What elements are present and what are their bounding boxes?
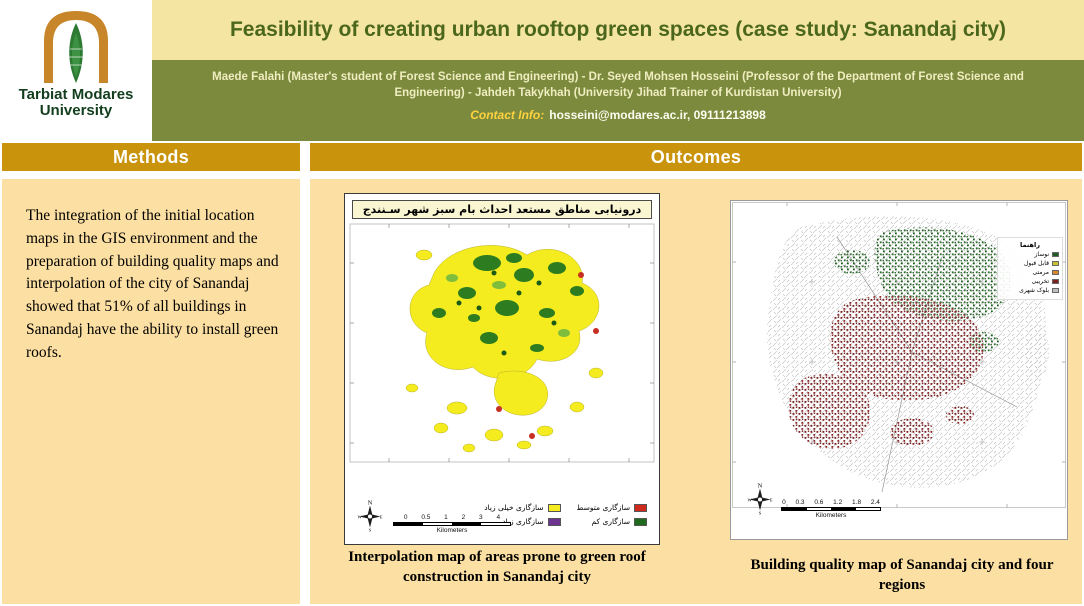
university-logo: Tarbiat Modares University (0, 0, 152, 141)
svg-text:W: W (358, 515, 363, 520)
legend-label: مرمتی (1032, 269, 1049, 276)
legend-swatch (1052, 288, 1059, 293)
legend-label: تخریبی (1032, 278, 1049, 285)
methods-header-label: Methods (113, 147, 189, 168)
contact-line: Contact Info: hosseini@modares.ac.ir, 091… (198, 108, 1038, 122)
title-band: Feasibility of creating urban rooftop gr… (152, 0, 1084, 60)
outcomes-panel: درونیابی مناطق مستعد احداث بام سبز شهر س… (310, 179, 1082, 604)
svg-text:S: S (369, 528, 372, 533)
legend-item: سازگاری متوسط (577, 503, 647, 512)
legend-title: راهنما (1001, 241, 1059, 249)
svg-text:S: S (759, 511, 762, 516)
legend-item: بلوک شهری (1001, 287, 1059, 294)
outcomes-header-label: Outcomes (651, 147, 741, 168)
methods-header-bar: Methods (2, 143, 300, 171)
university-name: Tarbiat Modares University (19, 87, 134, 119)
svg-text:N: N (368, 500, 373, 507)
legend-swatch (548, 518, 561, 526)
legend-item: سازگاری خیلی زیاد (484, 503, 560, 512)
legend-swatch (548, 504, 561, 512)
scale-bar-numbers: 0 0.3 0.6 1.2 1.8 2.4 (782, 499, 880, 506)
poster-root: Tarbiat Modares University Feasibility o… (0, 0, 1084, 606)
scale-bar-unit: Kilometers (437, 527, 468, 534)
legend-swatch (634, 518, 647, 526)
methods-panel: The integration of the initial location … (2, 179, 300, 604)
legend-item: تخریبی (1001, 278, 1059, 285)
building-quality-map-caption: Building quality map of Sanandaj city an… (746, 555, 1058, 596)
methods-body-text: The integration of the initial location … (2, 179, 300, 364)
legend-label: سازگاری کم (592, 517, 631, 526)
svg-text:E: E (770, 498, 773, 503)
university-name-line1: Tarbiat Modares (19, 87, 134, 103)
contact-value: hosseini@modares.ac.ir, 09111213898 (549, 108, 766, 122)
scale-bar: 0 0.5 1 2 3 4 Kilometers (393, 514, 511, 534)
legend-swatch (1052, 252, 1059, 257)
legend-label: نوساز (1034, 251, 1049, 258)
scale-bar-unit: Kilometers (816, 512, 847, 519)
building-quality-legend: راهنما نوساز قابل قبول مرمتی تخریبی (997, 237, 1063, 300)
legend-item: سازگاری کم (577, 517, 647, 526)
university-logo-emblem (28, 5, 124, 85)
svg-text:N: N (758, 483, 763, 490)
svg-text:E: E (380, 515, 383, 520)
legend-swatch (1052, 279, 1059, 284)
building-quality-map-figure: راهنما نوساز قابل قبول مرمتی تخریبی (730, 200, 1068, 540)
legend-item: قابل قبول (1001, 260, 1059, 267)
svg-text:W: W (748, 498, 753, 503)
legend-label: سازگاری متوسط (577, 503, 630, 512)
authors-band: Maede Falahi (Master's student of Forest… (152, 60, 1084, 141)
poster-title: Feasibility of creating urban rooftop gr… (230, 18, 1006, 42)
contact-label: Contact Info: (470, 108, 544, 122)
legend-swatch (1052, 261, 1059, 266)
legend-swatch (634, 504, 647, 512)
outcomes-header-bar: Outcomes (310, 143, 1082, 171)
compass-rose-icon: N W E S (357, 498, 383, 532)
legend-item: نوساز (1001, 251, 1059, 258)
legend-label: سازگاری خیلی زیاد (484, 503, 543, 512)
scale-bar: 0 0.3 0.6 1.2 1.8 2.4 Kilometers (781, 499, 881, 519)
scale-bar-strip (781, 507, 881, 511)
interpolation-map-caption: Interpolation map of areas prone to gree… (332, 547, 662, 588)
interpolation-map-figure: درونیابی مناطق مستعد احداث بام سبز شهر س… (344, 193, 660, 545)
scale-bar-numbers: 0 0.5 1 2 3 4 (404, 514, 500, 521)
legend-item: مرمتی (1001, 269, 1059, 276)
compass-rose-icon: N W E S (747, 481, 773, 515)
scale-bar-strip (393, 522, 511, 526)
interpolation-map-graphic (349, 223, 655, 463)
university-name-line2: University (19, 103, 134, 119)
authors-text: Maede Falahi (Master's student of Forest… (198, 69, 1038, 101)
interpolation-map-title: درونیابی مناطق مستعد احداث بام سبز شهر س… (352, 200, 652, 219)
legend-swatch (1052, 270, 1059, 275)
legend-label: قابل قبول (1024, 260, 1049, 267)
legend-label: بلوک شهری (1019, 287, 1049, 294)
